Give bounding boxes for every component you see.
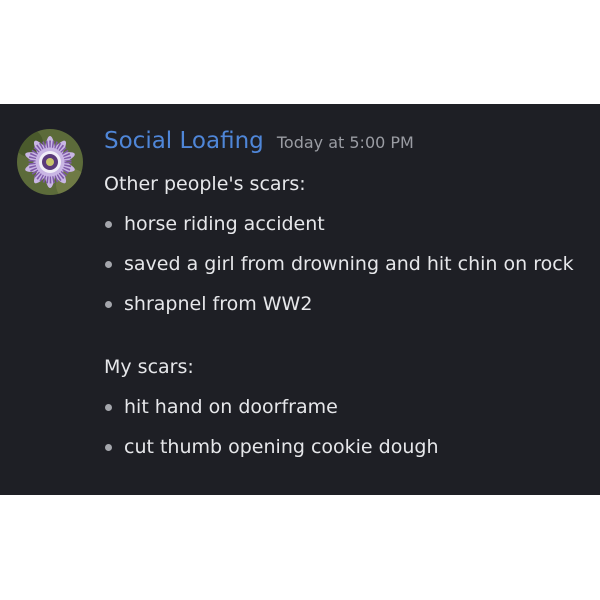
list-item: hit hand on doorframe	[104, 393, 594, 421]
message-header: Social Loafing Today at 5:00 PM	[104, 128, 414, 154]
section-heading: Other people's scars:	[104, 173, 306, 195]
list-item: saved a girl from drowning and hit chin …	[104, 250, 594, 278]
username[interactable]: Social Loafing	[104, 128, 264, 154]
timestamp: Today at 5:00 PM	[276, 133, 414, 152]
user-avatar[interactable]	[17, 129, 83, 195]
list-item: shrapnel from WW2	[104, 290, 594, 318]
list-item: horse riding accident	[104, 210, 594, 238]
bullet-icon	[105, 301, 112, 308]
bullet-icon	[105, 261, 112, 268]
passion-flower-icon	[17, 129, 83, 195]
bullet-list: horse riding accident saved a girl from …	[104, 210, 594, 318]
bullet-icon	[105, 444, 112, 451]
chat-message: Social Loafing Today at 5:00 PM Other pe…	[0, 104, 600, 495]
bullet-list: hit hand on doorframe cut thumb opening …	[104, 393, 594, 461]
section-heading: My scars:	[104, 356, 194, 378]
message-content: Other people's scars: horse riding accid…	[104, 170, 594, 461]
bullet-icon	[105, 404, 112, 411]
bullet-icon	[105, 221, 112, 228]
list-item: cut thumb opening cookie dough	[104, 433, 594, 461]
